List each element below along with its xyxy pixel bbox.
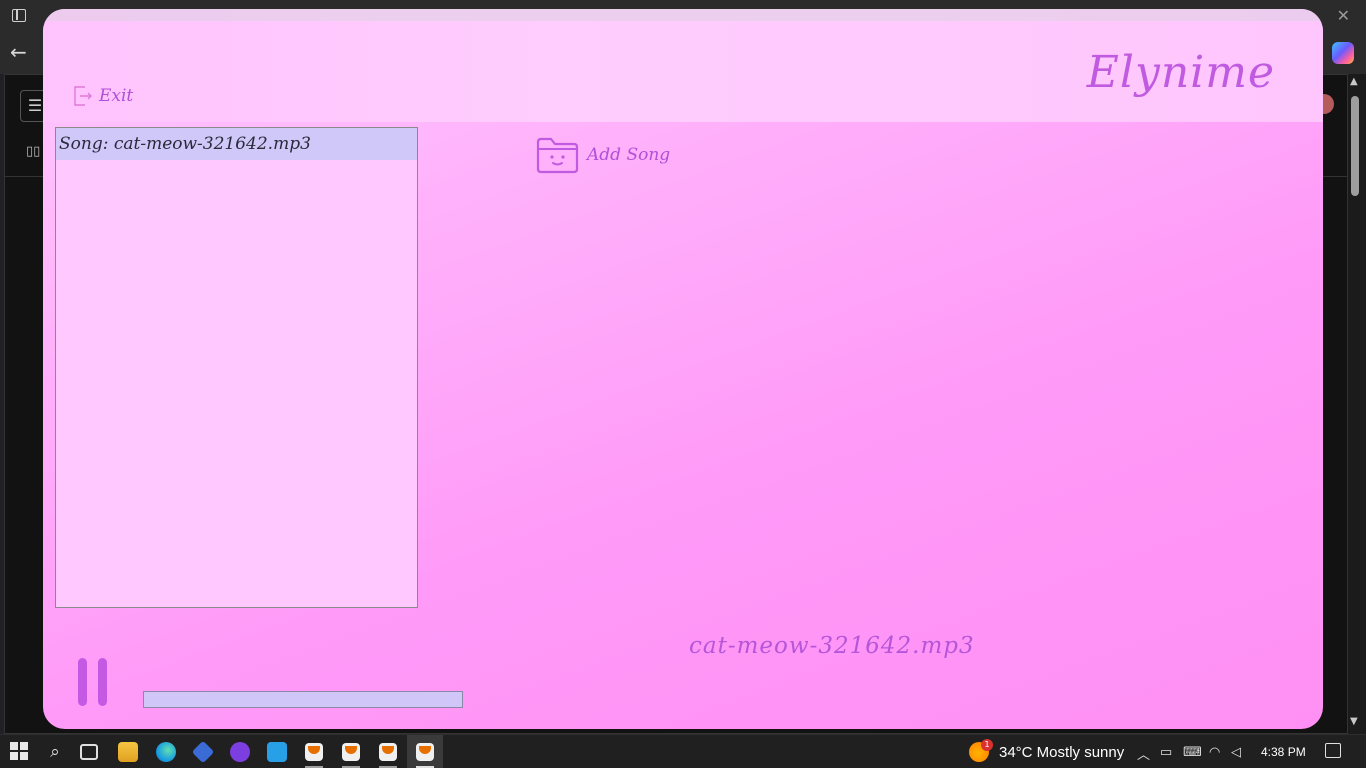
weather-text[interactable]: 34°C Mostly sunny [999,744,1124,761]
pause-button[interactable] [78,658,108,706]
app-window-icon[interactable] [267,742,287,762]
weather-badge: 1 [981,739,993,751]
file-explorer-icon[interactable] [118,742,138,762]
folder-face-icon [536,137,579,174]
java-app-icon[interactable] [305,743,323,761]
search-icon[interactable]: ⌕ [45,742,65,762]
edge-browser-icon[interactable] [156,742,176,762]
github-icon[interactable] [230,742,250,762]
java-app-icon[interactable] [379,743,397,761]
task-view-icon[interactable] [80,744,98,760]
playlist-item[interactable]: Song: cat-meow-321642.mp3 [56,128,417,160]
java-app-icon[interactable] [416,743,434,761]
input-method-icon[interactable]: ⌨ [1183,744,1202,760]
pause-icon-bar [98,658,107,706]
copilot-icon[interactable] [1332,42,1354,64]
close-icon[interactable]: ✕ [1337,6,1350,25]
tab-sidebar-icon[interactable] [12,9,26,22]
pause-icon [78,658,87,706]
playback-progress-bar[interactable] [143,691,463,708]
scroll-up-icon[interactable]: ▲ [1350,76,1358,87]
meet-now-icon[interactable]: ▭ [1160,744,1172,760]
back-arrow-icon[interactable]: ← [10,40,27,64]
app-cube-icon[interactable] [191,740,215,764]
scrollbar-thumb[interactable] [1351,96,1359,196]
exit-button[interactable]: Exit [73,84,133,108]
wifi-icon[interactable]: ◠ [1209,744,1220,760]
book-icon[interactable]: ▯▯ [26,144,44,160]
windows-start-icon[interactable] [10,742,30,762]
java-app-icon[interactable] [342,743,360,761]
window-title-bar[interactable] [43,9,1323,21]
app-title: Elynime [1086,47,1275,98]
add-song-label: Add Song [587,145,671,165]
volume-icon[interactable]: ◁ [1231,744,1241,760]
exit-door-icon [74,86,92,106]
now-playing-title: cat-meow-321642.mp3 [689,633,975,659]
notification-icon[interactable] [1325,743,1341,758]
add-song-button[interactable]: Add Song [535,136,670,174]
system-clock[interactable]: 4:38 PM [1261,745,1306,759]
chevron-up-icon[interactable]: ︿ [1137,744,1150,763]
playlist[interactable]: Song: cat-meow-321642.mp3 [55,127,418,608]
exit-label: Exit [99,86,134,106]
music-player-window: Elynime Exit Song: cat-meow-321642.mp3 A… [43,9,1323,729]
scroll-down-icon[interactable]: ▼ [1350,716,1358,727]
